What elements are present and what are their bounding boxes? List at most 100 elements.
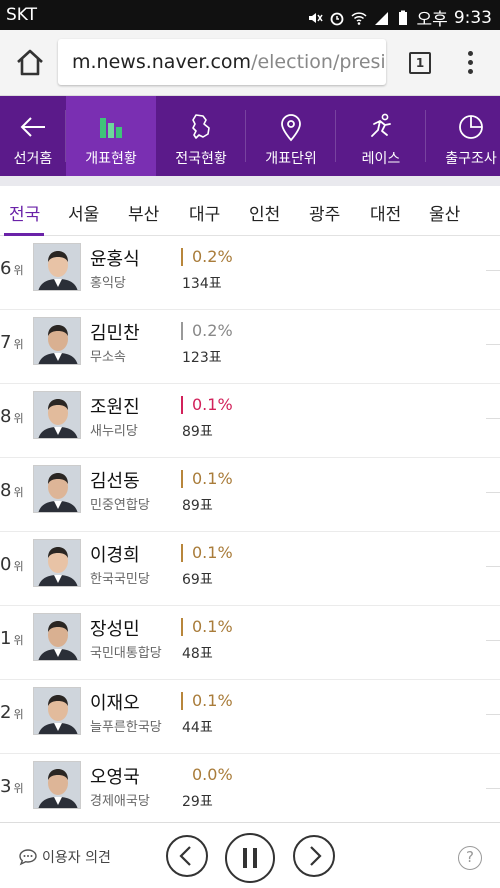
region-tab-daegu[interactable]: 대구 (189, 200, 220, 225)
candidate-row[interactable]: 8 위 조원진 새누리당 0.1% 89표 (0, 384, 500, 458)
candidate-party: 경제애국당 (90, 794, 150, 809)
pie-chart-icon (459, 115, 483, 139)
vote-count: 44표 (182, 720, 213, 736)
overflow-menu-icon[interactable] (462, 48, 478, 78)
nav-divider (0, 176, 500, 186)
bottom-bar: 이용자 의견 ? (0, 822, 500, 888)
tab-switcher-button[interactable]: 1 (409, 52, 431, 74)
share-bar (181, 692, 183, 710)
candidate-photo (33, 613, 81, 661)
nav-label: 개표단위 (265, 151, 317, 167)
nav-label: 개표현황 (85, 151, 137, 167)
row-edge (486, 418, 500, 419)
candidate-row[interactable]: 1 위 장성민국민대통합당 0.1% 48표 (0, 606, 500, 680)
feedback-link[interactable]: 이용자 의견 (18, 847, 111, 867)
signal-icon (374, 11, 388, 25)
candidate-rank: 0위 (0, 554, 24, 575)
nav-label: 레이스 (361, 151, 401, 167)
row-edge (486, 492, 500, 493)
candidate-row[interactable]: 3 위 오영국 경제애국당 0.0% 29표 (0, 754, 500, 828)
vote-share: 0.1% (192, 691, 233, 710)
share-bar (181, 322, 183, 340)
row-edge (486, 566, 500, 567)
vote-share: 0.2% (192, 321, 233, 340)
candidate-party: 늘푸른한국당 (90, 720, 162, 735)
region-tab-busan[interactable]: 부산 (128, 200, 159, 225)
region-tab-national[interactable]: 전국 (9, 200, 40, 225)
candidate-row[interactable]: 6 위 윤홍식 홍익당 0.2% 134표 (0, 236, 500, 310)
time-ampm: 오후 (416, 10, 448, 30)
row-edge (486, 344, 500, 345)
candidate-name: 이재오 (90, 693, 140, 714)
region-tab-daejeon[interactable]: 대전 (370, 200, 401, 225)
nav-item-election-home[interactable]: 선거홈 (0, 96, 66, 176)
candidate-party: 무소속 (90, 350, 126, 365)
candidate-party: 국민대통합당 (90, 646, 162, 661)
candidate-party: 한국국민당 (90, 572, 150, 587)
candidate-row[interactable]: 2 위 이재오늘푸른한국당 0.1% 44표 (0, 680, 500, 754)
vote-count: 48표 (182, 646, 213, 662)
candidate-photo (33, 539, 81, 587)
election-nav: 선거홈 개표현황 전국현황 개표단위 레이스 출구조사 (0, 96, 500, 184)
nav-item-vote-count[interactable]: 개표현황 (66, 96, 156, 184)
candidate-name: 김민찬 (90, 323, 140, 344)
share-bar (181, 248, 183, 266)
vote-share: 0.1% (192, 617, 233, 636)
candidate-rank: 7위 (0, 332, 24, 353)
row-edge (486, 714, 500, 715)
chevron-right-icon (310, 846, 322, 866)
status-icons: 오후 9:33 (307, 5, 492, 30)
url-host: m.news.naver.com (72, 51, 252, 73)
candidate-rank: 2위 (0, 702, 24, 723)
candidate-party: 민중연합당 (90, 498, 150, 513)
vote-count: 89표 (182, 498, 213, 514)
pause-button[interactable] (225, 833, 275, 883)
region-tab-gwangju[interactable]: 광주 (309, 200, 340, 225)
candidate-photo (33, 391, 81, 439)
url-path: /election/presid (251, 51, 386, 73)
candidate-party: 새누리당 (90, 424, 138, 439)
share-bar (181, 618, 183, 636)
korea-map-icon (192, 114, 210, 139)
vote-count: 69표 (182, 572, 213, 588)
region-tab-seoul[interactable]: 서울 (68, 200, 99, 225)
nav-item-exit-poll[interactable]: 출구조사 (426, 96, 500, 176)
share-bar (181, 470, 183, 488)
chevron-left-icon (179, 846, 191, 866)
carrier-label: SKT (6, 5, 38, 25)
alarm-icon (330, 12, 343, 25)
feedback-label: 이용자 의견 (42, 850, 111, 866)
candidate-list: 6 위 윤홍식 홍익당 0.2% 134표 7 위 김민찬 무소속 0.2% 123표 8 위 조원진 새누리… (0, 236, 500, 828)
wifi-icon (351, 11, 367, 25)
vote-share: 0.1% (192, 543, 233, 562)
runner-icon (371, 113, 391, 137)
nav-item-race[interactable]: 레이스 (336, 96, 426, 176)
candidate-name: 이경희 (90, 545, 140, 566)
row-edge (486, 270, 500, 271)
candidate-rank: 1위 (0, 628, 24, 649)
row-edge (486, 640, 500, 641)
address-bar[interactable]: m.news.naver.com/election/presid (58, 39, 386, 85)
previous-button[interactable] (166, 835, 208, 877)
vote-share: 0.2% (192, 247, 233, 266)
region-tab-ulsan[interactable]: 울산 (429, 200, 460, 225)
candidate-rank: 6위 (0, 258, 24, 279)
vote-count: 89표 (182, 424, 213, 440)
region-tab-incheon[interactable]: 인천 (249, 200, 280, 225)
candidate-rank: 3위 (0, 776, 24, 797)
next-button[interactable] (293, 835, 335, 877)
location-pin-icon (281, 114, 301, 142)
nav-item-count-unit[interactable]: 개표단위 (246, 96, 336, 176)
candidate-name: 장성민 (90, 619, 140, 640)
bar-chart-icon (100, 118, 122, 138)
home-icon[interactable] (14, 48, 46, 78)
candidate-row[interactable]: 0 위 이경희한국국민당 0.1% 69표 (0, 532, 500, 606)
candidate-row[interactable]: 8 위 김선동 민중연합당 0.1% 89표 (0, 458, 500, 532)
pause-icon (243, 848, 257, 868)
nav-item-national-status[interactable]: 전국현황 (156, 96, 246, 176)
nav-label: 출구조사 (445, 151, 497, 167)
region-tabs: 전국 서울 부산 대구 인천 광주 대전 울산 (0, 186, 500, 236)
help-icon[interactable]: ? (458, 846, 482, 870)
candidate-photo (33, 687, 81, 735)
candidate-row[interactable]: 7 위 김민찬 무소속 0.2% 123표 (0, 310, 500, 384)
